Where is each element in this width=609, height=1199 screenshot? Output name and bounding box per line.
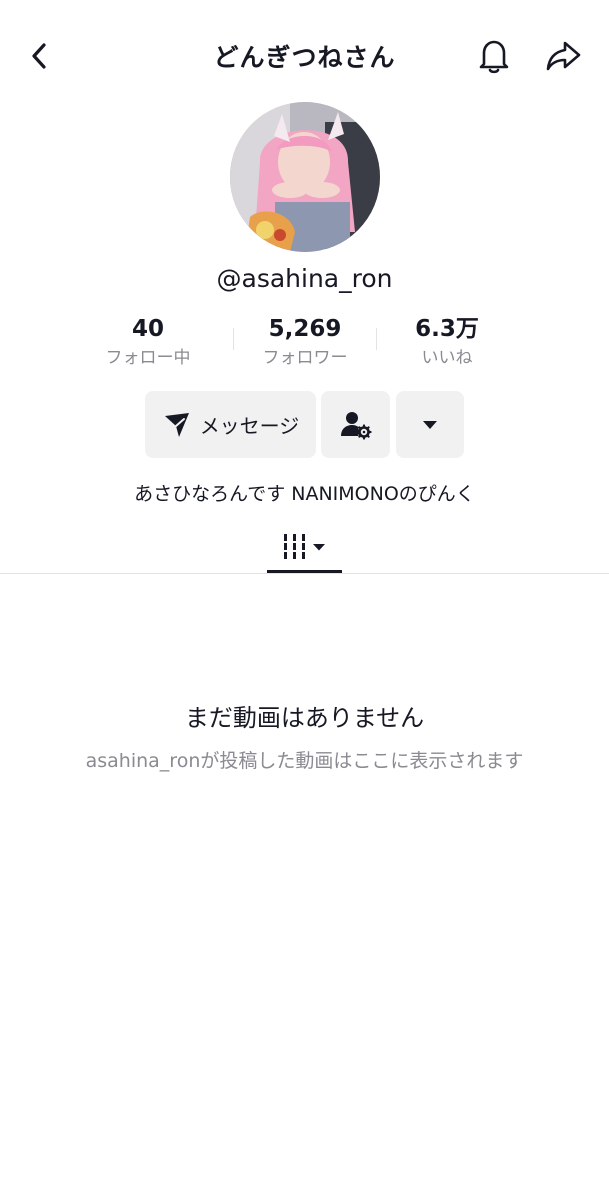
stat-label: フォロー中 <box>105 348 191 368</box>
stat-followers[interactable]: 5,269 フォロワー <box>235 314 375 371</box>
share-icon <box>546 41 581 71</box>
tab-videos[interactable] <box>267 526 342 574</box>
stat-value: 6.3万 <box>415 316 479 342</box>
share-button[interactable] <box>542 36 584 76</box>
top-bar: どんぎつねさん <box>0 0 609 112</box>
user-settings-icon <box>340 411 372 440</box>
more-options-button[interactable] <box>396 391 464 458</box>
page-title: どんぎつねさん <box>213 43 396 72</box>
stat-likes[interactable]: 6.3万 いいね <box>377 314 517 371</box>
empty-state-subtitle: asahina_ronが投稿した動画はここに表示されます <box>85 750 524 772</box>
message-button[interactable]: メッセージ <box>145 391 316 458</box>
stat-value: 40 <box>131 316 164 342</box>
profile-page: どんぎつねさん @asahina_ron 40 フォロー中 5,269 フォロワ… <box>0 0 609 1199</box>
message-button-label: メッセージ <box>199 414 300 438</box>
tab-divider <box>0 573 609 574</box>
caret-down-icon <box>423 420 437 429</box>
stat-label: いいね <box>421 348 473 368</box>
stat-divider <box>233 328 234 350</box>
stat-label: フォロワー <box>262 348 348 368</box>
empty-state-title: まだ動画はありません <box>184 704 425 732</box>
stat-following[interactable]: 40 フォロー中 <box>78 314 218 371</box>
send-icon <box>164 412 189 437</box>
stat-value: 5,269 <box>268 316 342 342</box>
profile-bio: あさひなろんです NANIMONOのぴんく <box>134 483 475 505</box>
friend-settings-button[interactable] <box>321 391 390 458</box>
avatar[interactable] <box>230 102 380 252</box>
notification-button[interactable] <box>474 36 514 76</box>
bell-icon <box>479 40 509 74</box>
avatar-photo <box>230 102 380 252</box>
username: @asahina_ron <box>216 264 393 293</box>
grid-icon <box>283 534 325 559</box>
